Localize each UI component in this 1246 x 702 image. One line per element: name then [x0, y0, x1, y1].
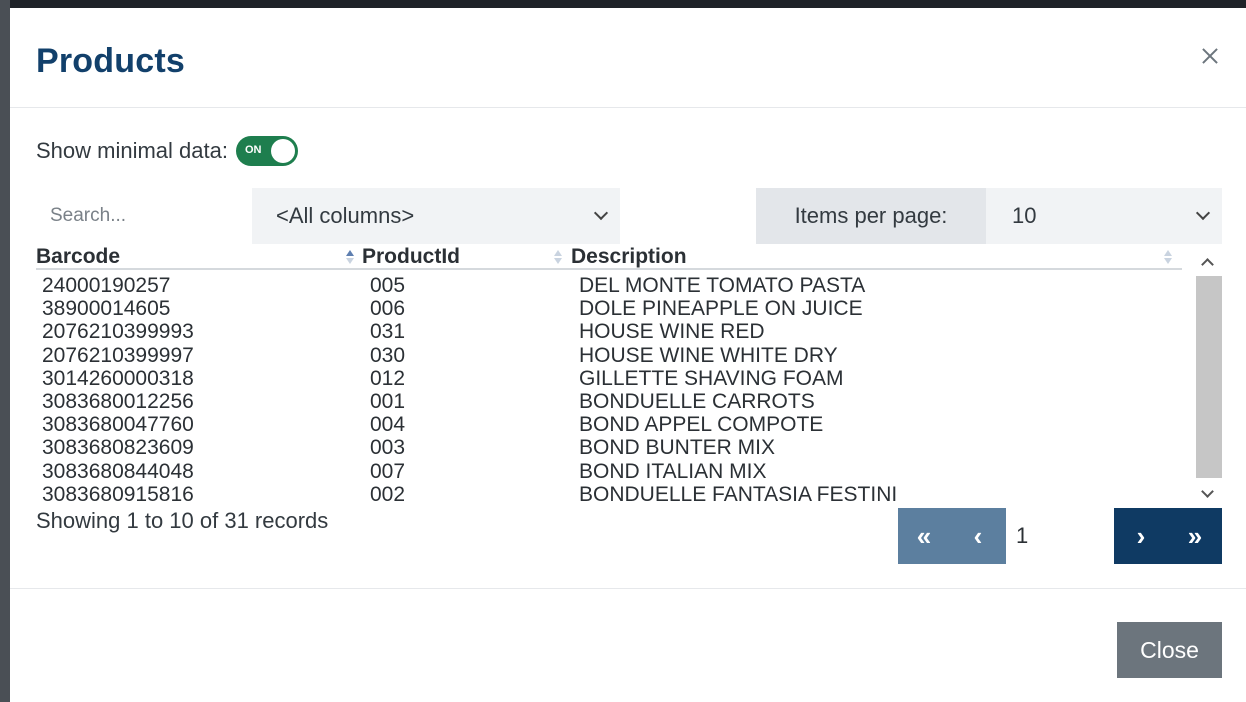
cell-description: BONDUELLE CARROTS [579, 389, 815, 413]
table-row[interactable]: 24000190257 005 DEL MONTE TOMATO PASTA [36, 274, 1186, 297]
sort-productid-icon[interactable] [554, 250, 562, 264]
cell-productid: 005 [370, 274, 406, 297]
table-row[interactable]: 38900014605 006 DOLE PINEAPPLE ON JUICE [36, 297, 1186, 320]
table-row[interactable]: 3083680047760 004 BOND APPEL COMPOTE [36, 413, 1186, 436]
modal-title: Products [36, 42, 185, 80]
minimal-data-label: Show minimal data: [36, 138, 228, 163]
cell-productid: 007 [370, 459, 406, 483]
prev-page-button[interactable]: ‹ [950, 508, 1006, 564]
cell-barcode: 2076210399997 [42, 343, 194, 367]
cell-description: BONDUELLE FANTASIA FESTINI [579, 482, 898, 506]
modal-header: Products [10, 8, 1246, 108]
cell-description: GILLETTE SHAVING FOAM [579, 366, 844, 390]
column-filter-select[interactable]: <All columns> [252, 188, 620, 244]
minimal-data-toggle[interactable]: ON [235, 136, 298, 166]
sort-barcode-icon[interactable] [346, 250, 354, 264]
table-row[interactable]: 3083680844048 007 BOND ITALIAN MIX [36, 460, 1186, 483]
cell-productid: 004 [370, 413, 406, 437]
scroll-up-icon[interactable] [1201, 258, 1214, 271]
next-page-button[interactable]: › [1114, 508, 1168, 564]
cell-description: HOUSE WINE WHITE DRY [579, 343, 838, 367]
scroll-down-icon[interactable] [1201, 485, 1214, 498]
toggle-state-text: ON [244, 144, 262, 156]
cell-barcode: 38900014605 [42, 297, 171, 321]
table-row[interactable]: 3083680012256 001 BONDUELLE CARROTS [36, 390, 1186, 413]
items-per-page-label: Items per page: [756, 188, 986, 244]
last-page-button[interactable]: » [1168, 508, 1222, 564]
footer-divider [10, 588, 1246, 589]
items-per-page-value: 10 [1012, 203, 1037, 228]
cell-productid: 001 [370, 389, 406, 413]
table-header: Barcode ProductId Description [36, 244, 1182, 270]
products-table: Barcode ProductId Description 2400019025… [36, 244, 1222, 506]
scrollbar-thumb[interactable] [1196, 276, 1222, 478]
records-summary: Showing 1 to 10 of 31 records [36, 508, 329, 533]
pagination: « ‹ › » [898, 508, 1222, 564]
cell-barcode: 3014260000318 [42, 366, 194, 390]
cell-description: HOUSE WINE RED [579, 320, 765, 344]
table-controls: <All columns> Items per page: 10 [36, 188, 1222, 244]
items-per-page-select[interactable]: 10 [986, 188, 1222, 244]
table-body: 24000190257 005 DEL MONTE TOMATO PASTA 3… [36, 274, 1186, 506]
toggle-knob [270, 139, 295, 163]
cell-description: BOND APPEL COMPOTE [579, 413, 824, 437]
table-row[interactable]: 3083680915816 002 BONDUELLE FANTASIA FES… [36, 483, 1186, 506]
table-row[interactable]: 3083680823609 003 BOND BUNTER MIX [36, 436, 1186, 459]
cell-barcode: 3083680012256 [42, 389, 194, 413]
backdrop-left [0, 0, 10, 702]
search-input[interactable] [36, 188, 252, 244]
close-icon[interactable] [1198, 44, 1222, 68]
cell-productid: 012 [370, 366, 406, 390]
sort-description-icon[interactable] [1164, 250, 1172, 264]
cell-productid: 030 [370, 343, 406, 367]
cell-barcode: 3083680844048 [42, 459, 194, 483]
chevron-down-icon [593, 205, 609, 221]
cell-productid: 003 [370, 436, 406, 460]
first-page-button[interactable]: « [898, 508, 950, 564]
close-button[interactable]: Close [1117, 622, 1222, 678]
cell-barcode: 3083680823609 [42, 436, 194, 460]
backdrop-top [0, 0, 1246, 8]
products-modal: Products Show minimal data: ON <All colu… [10, 8, 1246, 702]
cell-description: BOND BUNTER MIX [579, 436, 776, 460]
cell-barcode: 3083680915816 [42, 482, 194, 506]
header-productid[interactable]: ProductId [362, 245, 460, 269]
cell-description: BOND ITALIAN MIX [579, 459, 767, 483]
cell-description: DOLE PINEAPPLE ON JUICE [579, 297, 863, 321]
header-description[interactable]: Description [571, 245, 687, 269]
cell-productid: 006 [370, 297, 406, 321]
cell-barcode: 24000190257 [42, 274, 171, 297]
minimal-data-row: Show minimal data: ON [36, 136, 298, 166]
chevron-down-icon [1195, 205, 1211, 221]
page-number-input[interactable] [1006, 508, 1114, 564]
table-row[interactable]: 2076210399997 030 HOUSE WINE WHITE DRY [36, 344, 1186, 367]
table-row[interactable]: 3014260000318 012 GILLETTE SHAVING FOAM [36, 367, 1186, 390]
cell-barcode: 2076210399993 [42, 320, 194, 344]
cell-productid: 031 [370, 320, 406, 344]
header-barcode[interactable]: Barcode [36, 245, 120, 269]
table-row[interactable]: 2076210399993 031 HOUSE WINE RED [36, 320, 1186, 343]
column-filter-value: <All columns> [276, 203, 415, 228]
cell-barcode: 3083680047760 [42, 413, 194, 437]
table-scrollbar[interactable] [1196, 252, 1222, 502]
cell-description: DEL MONTE TOMATO PASTA [579, 274, 866, 297]
cell-productid: 002 [370, 482, 406, 506]
